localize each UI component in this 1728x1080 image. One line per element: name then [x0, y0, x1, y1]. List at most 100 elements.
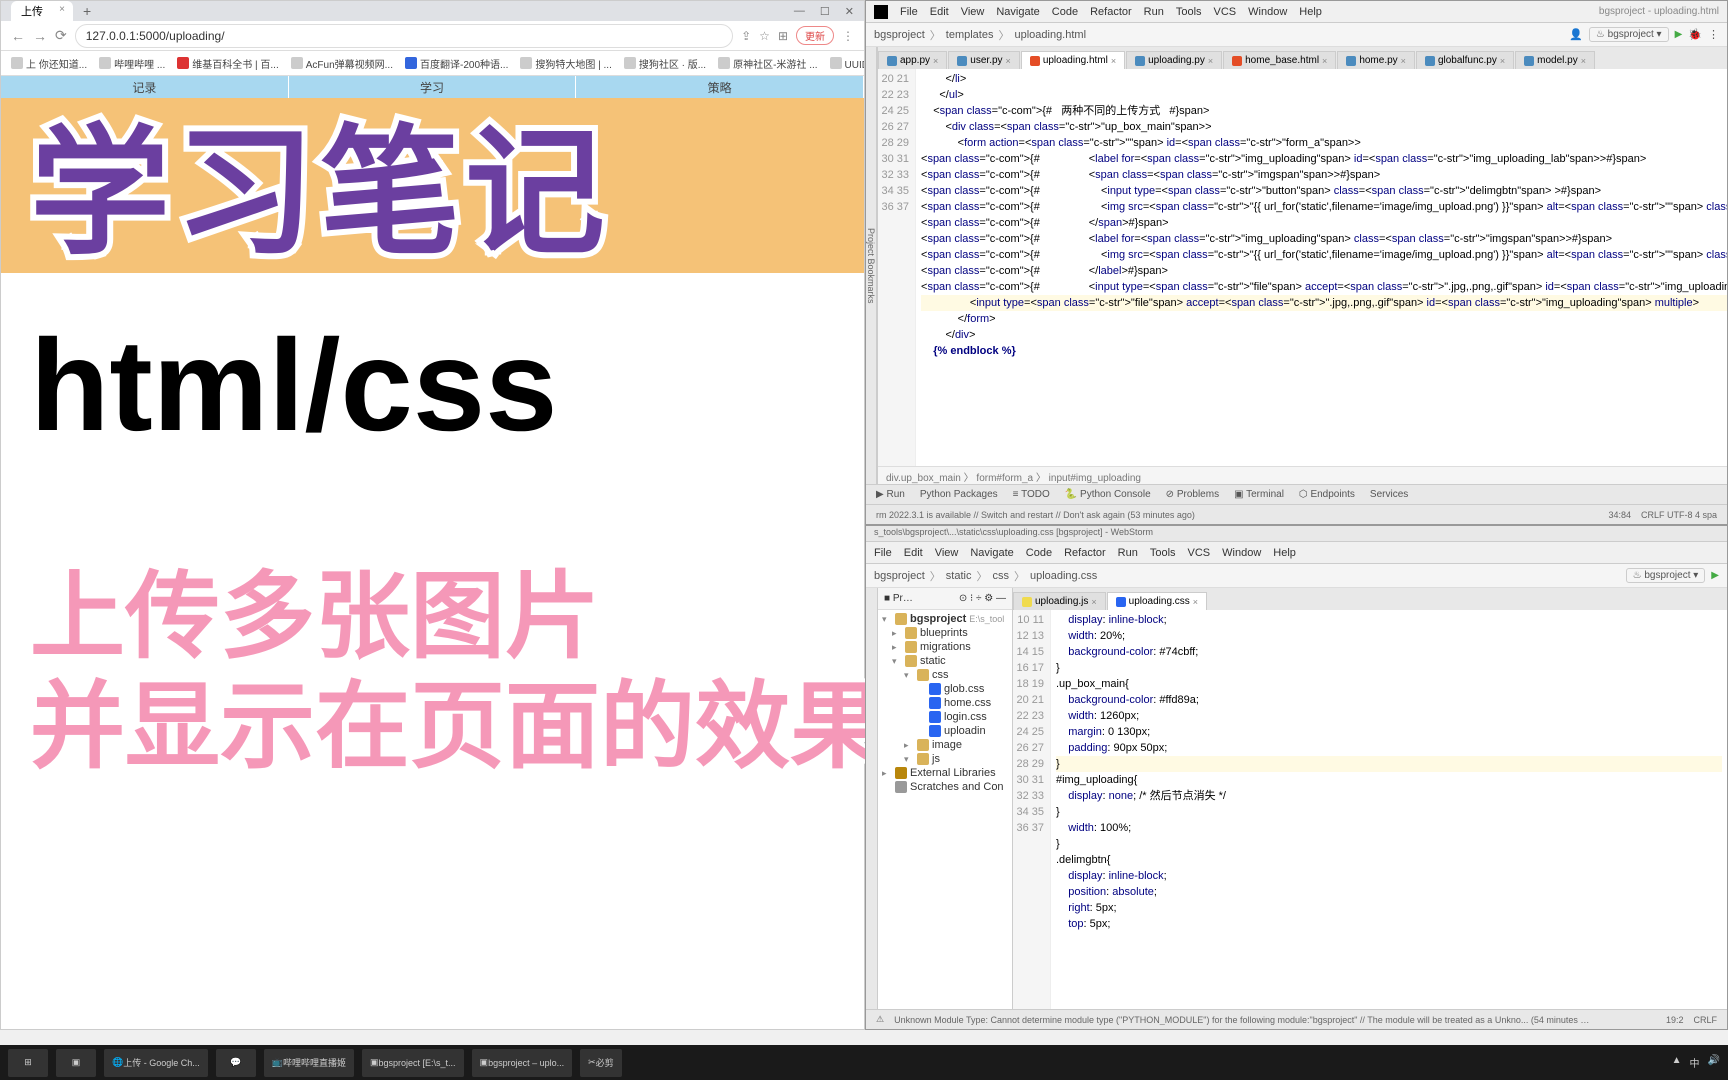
menu-refactor[interactable]: Refactor	[1090, 6, 1132, 18]
close-icon[interactable]: ✕	[845, 5, 854, 18]
more-icon[interactable]: ⋮	[1708, 28, 1719, 41]
menu-help[interactable]: Help	[1273, 547, 1296, 559]
run-config-select[interactable]: ♨ bgsproject ▾	[1626, 568, 1706, 583]
menu-vcs[interactable]: VCS	[1214, 6, 1237, 18]
editor-tab[interactable]: globalfunc.py×	[1416, 51, 1514, 69]
share-icon[interactable]: ⇪	[741, 29, 751, 43]
bookmark-item[interactable]: 原神社区-米游社 ...	[718, 56, 817, 71]
menu-edit[interactable]: Edit	[930, 6, 949, 18]
menu-run[interactable]: Run	[1118, 547, 1138, 559]
encoding-info[interactable]: CRLF UTF-8 4 spa	[1641, 510, 1717, 520]
editor-tab[interactable]: home_base.html×	[1223, 51, 1336, 69]
taskbar-app[interactable]: 💬	[216, 1049, 256, 1077]
tab-todo[interactable]: ≡ TODO	[1013, 489, 1050, 500]
editor-tab[interactable]: model.py×	[1515, 51, 1595, 69]
bookmark-item[interactable]: 维基百科全书 | 百...	[177, 56, 279, 71]
breadcrumb-item[interactable]: templates	[946, 29, 994, 41]
taskbar-app[interactable]: ▣ bgsproject – uplo...	[472, 1049, 573, 1077]
code-content[interactable]: </li> </ul> <span class="c-com">{# 两种不同的…	[916, 69, 1727, 466]
bookmark-item[interactable]: 搜狗特大地图 | ...	[520, 56, 612, 71]
taskbar-app[interactable]: ▣	[56, 1049, 96, 1077]
menu-code[interactable]: Code	[1052, 6, 1078, 18]
user-icon[interactable]: 👤	[1569, 28, 1583, 41]
menu-code[interactable]: Code	[1026, 547, 1052, 559]
tree-file[interactable]: glob.css	[878, 682, 1012, 696]
menu-edit[interactable]: Edit	[904, 547, 923, 559]
tree-folder[interactable]: ▾css	[878, 668, 1012, 682]
tree-file[interactable]: uploadin	[878, 724, 1012, 738]
update-button[interactable]: 更新	[796, 26, 834, 45]
menu-vcs[interactable]: VCS	[1188, 547, 1211, 559]
breadcrumb-item[interactable]: uploading.css	[1030, 570, 1097, 582]
editor-tab[interactable]: uploading.js×	[1013, 592, 1106, 610]
menu-window[interactable]: Window	[1248, 6, 1287, 18]
run-config-select[interactable]: ♨ bgsproject ▾	[1589, 27, 1669, 42]
tab-console[interactable]: 🐍 Python Console	[1065, 489, 1151, 500]
tree-root[interactable]: ▾bgsproject E:\s_tool	[878, 612, 1012, 626]
tree-external[interactable]: ▸External Libraries	[878, 766, 1012, 780]
close-icon[interactable]: ×	[59, 4, 65, 15]
menu-view[interactable]: View	[961, 6, 985, 18]
maximize-icon[interactable]: ☐	[820, 5, 830, 18]
menu-tools[interactable]: Tools	[1176, 6, 1202, 18]
breadcrumb-item[interactable]: bgsproject	[874, 570, 925, 582]
tree-folder[interactable]: ▾js	[878, 752, 1012, 766]
tree-file[interactable]: login.css	[878, 710, 1012, 724]
editor-tab[interactable]: user.py×	[948, 51, 1020, 69]
run-icon[interactable]: ▶	[1711, 570, 1719, 581]
taskbar-app[interactable]: ✂ 必剪	[580, 1049, 622, 1077]
tab-problems[interactable]: ⊘ Problems	[1166, 489, 1219, 500]
left-stripe[interactable]	[866, 588, 878, 1009]
editor-tab-active[interactable]: uploading.css×	[1107, 592, 1207, 610]
menu-view[interactable]: View	[935, 547, 959, 559]
tree-folder[interactable]: ▸image	[878, 738, 1012, 752]
taskbar-app[interactable]: 📺 哔哩哔哩直播姬	[264, 1049, 354, 1077]
star-icon[interactable]: ☆	[759, 29, 770, 43]
tab-services[interactable]: Services	[1370, 489, 1408, 500]
menu-file[interactable]: File	[900, 6, 918, 18]
code-editor[interactable]: 20 21 22 23 24 25 26 27 28 29 30 31 32 3…	[878, 69, 1727, 466]
tab-terminal[interactable]: ▣ Terminal	[1234, 489, 1284, 500]
editor-tab[interactable]: uploading.py×	[1126, 51, 1222, 69]
breadcrumb-item[interactable]: static	[946, 570, 972, 582]
menu-window[interactable]: Window	[1222, 547, 1261, 559]
minimize-icon[interactable]: —	[794, 5, 805, 18]
start-button[interactable]: ⊞	[8, 1049, 48, 1077]
tree-scratches[interactable]: Scratches and Con	[878, 780, 1012, 794]
breadcrumb-item[interactable]: uploading.html	[1014, 29, 1086, 41]
editor-tab[interactable]: app.py×	[878, 51, 947, 69]
tree-folder[interactable]: ▾static	[878, 654, 1012, 668]
tree-file[interactable]: home.css	[878, 696, 1012, 710]
bookmark-item[interactable]: 百度翻译-200种语...	[405, 56, 508, 71]
bookmark-item[interactable]: UUID在线生成 - 1...	[830, 56, 864, 71]
run-icon[interactable]: ▶	[1675, 29, 1683, 40]
tree-folder[interactable]: ▸migrations	[878, 640, 1012, 654]
menu-navigate[interactable]: Navigate	[996, 6, 1039, 18]
menu-run[interactable]: Run	[1144, 6, 1164, 18]
tab-run[interactable]: ▶ Run	[876, 489, 905, 500]
taskbar-app[interactable]: 🌐 上传 - Google Ch...	[104, 1049, 208, 1077]
breadcrumb-item[interactable]: bgsproject	[874, 29, 925, 41]
left-stripe[interactable]: Project Bookmarks	[866, 47, 877, 484]
tab-packages[interactable]: Python Packages	[920, 489, 998, 500]
cursor-position[interactable]: 19:2	[1666, 1015, 1684, 1025]
ime-indicator[interactable]: 中	[1690, 1055, 1700, 1070]
code-editor[interactable]: 10 11 12 13 14 15 16 17 18 19 20 21 22 2…	[1013, 610, 1727, 1009]
editor-tab[interactable]: home.py×	[1337, 51, 1415, 69]
network-icon[interactable]: 🔊	[1708, 1055, 1720, 1070]
tree-folder[interactable]: ▸blueprints	[878, 626, 1012, 640]
bookmark-item[interactable]: 上 你还知道...	[11, 56, 87, 71]
menu-navigate[interactable]: Navigate	[970, 547, 1013, 559]
debug-icon[interactable]: 🐞	[1688, 28, 1702, 41]
cursor-position[interactable]: 34:84	[1608, 510, 1631, 520]
menu-file[interactable]: File	[874, 547, 892, 559]
bookmark-item[interactable]: AcFun弹幕视频网...	[291, 56, 393, 71]
menu-icon[interactable]: ⋮	[842, 29, 854, 43]
reload-icon[interactable]: ⟳	[55, 27, 67, 44]
url-input[interactable]	[75, 24, 733, 48]
editor-tab-active[interactable]: uploading.html×	[1021, 51, 1125, 69]
taskbar-app[interactable]: ▣ bgsproject [E:\s_t...	[362, 1049, 464, 1077]
breadcrumb-item[interactable]: css	[992, 570, 1009, 582]
extension-icon[interactable]: ⊞	[778, 29, 788, 43]
tree-settings-icon[interactable]: ⊙ ⁝ ÷ ⚙ —	[959, 593, 1006, 604]
